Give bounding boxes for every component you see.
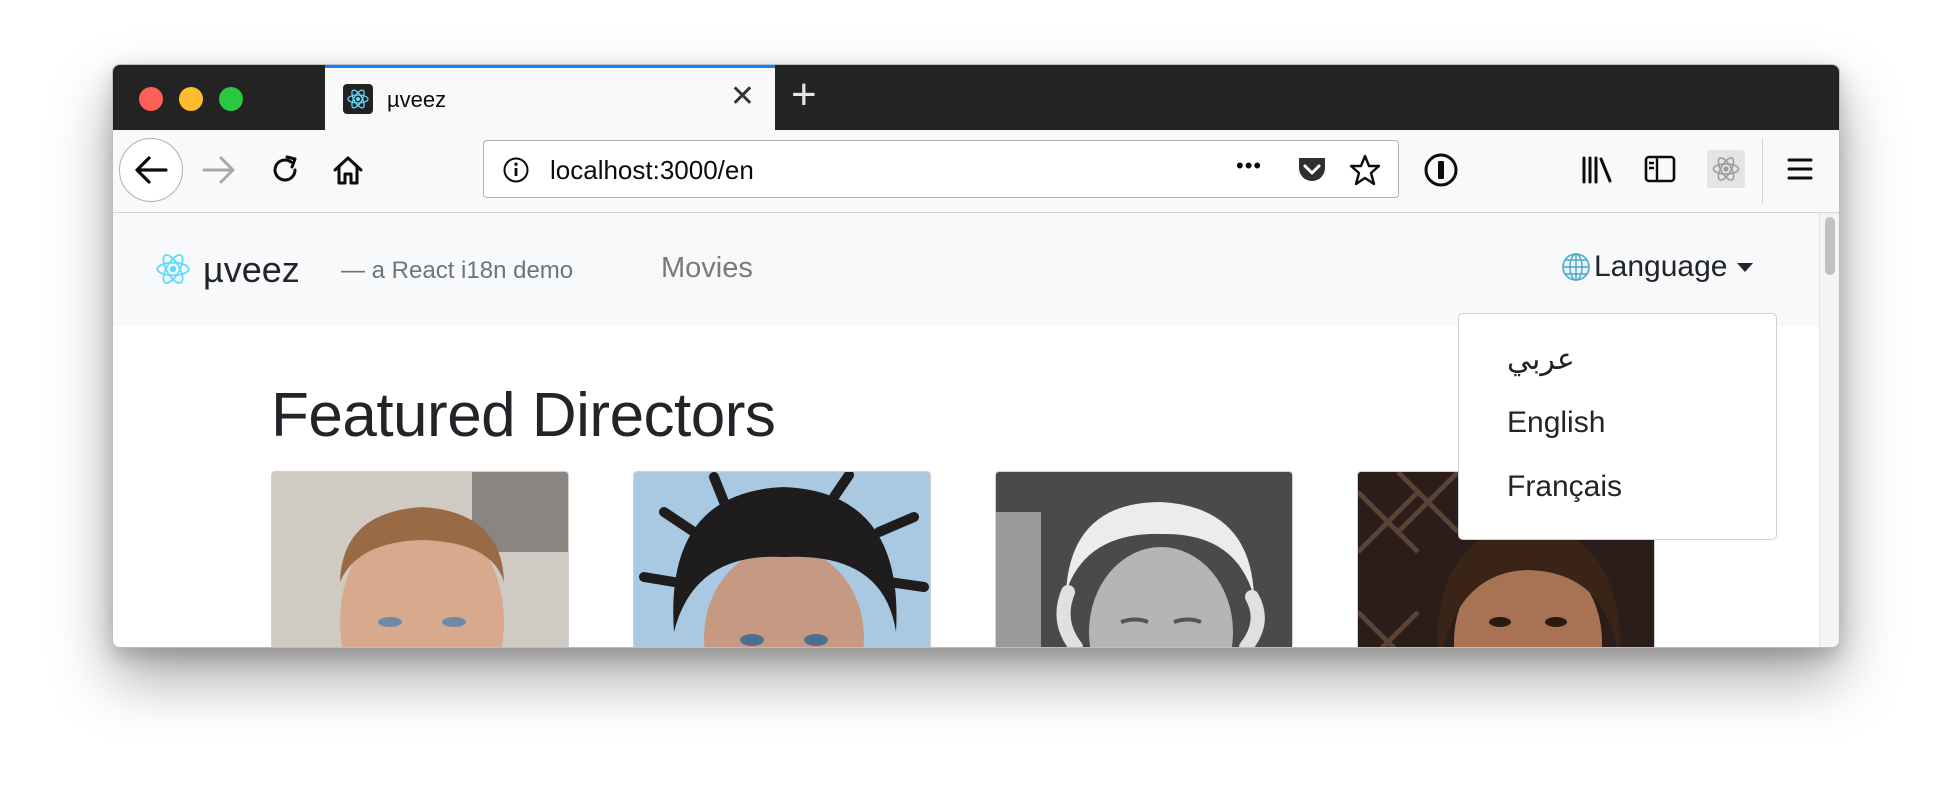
director-photo	[996, 472, 1292, 647]
reload-button[interactable]	[265, 152, 305, 188]
tab-title: µveez	[387, 87, 447, 112]
site-navbar: µveez — a React i18n demo Movies Languag…	[113, 213, 1819, 326]
language-label: Language	[1594, 250, 1728, 283]
language-dropdown-toggle[interactable]: Language	[1560, 250, 1754, 284]
language-option-french[interactable]: Français	[1507, 470, 1622, 504]
sidebar-icon[interactable]	[1643, 152, 1677, 186]
react-logo-icon	[156, 254, 190, 284]
arrow-right-icon	[202, 156, 235, 184]
url-text[interactable]: localhost:3000/en	[550, 155, 754, 186]
director-card[interactable]	[633, 471, 931, 647]
bookmark-star-icon[interactable]	[1348, 153, 1382, 187]
arrow-left-icon	[135, 156, 168, 184]
globe-icon	[1562, 253, 1590, 281]
language-dropdown-menu: عربي English Français	[1458, 313, 1777, 540]
caret-down-icon	[1737, 262, 1754, 272]
react-devtools-button[interactable]	[1707, 150, 1745, 188]
director-photo	[634, 472, 930, 647]
browser-window: µveez ✕ + localhost:3000/en ••• µveez — …	[112, 64, 1840, 648]
window-minimize-button[interactable]	[179, 87, 203, 111]
brand-tagline: — a React i18n demo	[341, 257, 574, 284]
react-favicon-icon	[343, 84, 373, 114]
info-icon[interactable]	[502, 156, 530, 184]
vertical-scrollbar[interactable]	[1819, 213, 1839, 647]
home-icon	[333, 156, 363, 185]
brand-name[interactable]: µveez	[203, 249, 300, 291]
tab-strip: µveez ✕ +	[113, 65, 1839, 130]
hamburger-menu-icon[interactable]	[1785, 154, 1815, 184]
nav-link-movies[interactable]: Movies	[661, 252, 753, 285]
back-button[interactable]	[119, 138, 183, 202]
new-tab-button[interactable]: +	[791, 73, 817, 117]
director-photo	[272, 472, 568, 647]
toolbar-divider	[1762, 138, 1763, 204]
window-maximize-button[interactable]	[219, 87, 243, 111]
address-bar[interactable]: localhost:3000/en •••	[483, 140, 1399, 198]
featured-directors-heading: Featured Directors	[271, 381, 776, 450]
scrollbar-thumb[interactable]	[1825, 217, 1835, 275]
tab-muveez[interactable]: µveez ✕	[325, 65, 775, 130]
home-button[interactable]	[328, 151, 368, 189]
password-manager-icon[interactable]	[1423, 152, 1459, 188]
library-icon[interactable]	[1579, 152, 1615, 188]
language-option-arabic[interactable]: عربي	[1507, 342, 1575, 377]
page-viewport: µveez — a React i18n demo Movies Languag…	[113, 213, 1819, 647]
reload-icon	[273, 155, 297, 182]
director-card[interactable]	[995, 471, 1293, 647]
forward-button[interactable]	[199, 152, 239, 188]
director-card[interactable]	[271, 471, 569, 647]
react-devtools-icon	[1712, 157, 1740, 181]
page-actions-icon[interactable]: •••	[1236, 153, 1262, 179]
language-option-english[interactable]: English	[1507, 406, 1605, 440]
nav-toolbar: localhost:3000/en •••	[113, 130, 1839, 213]
tab-close-icon[interactable]: ✕	[730, 82, 755, 112]
pocket-icon[interactable]	[1296, 155, 1328, 185]
window-close-button[interactable]	[139, 87, 163, 111]
